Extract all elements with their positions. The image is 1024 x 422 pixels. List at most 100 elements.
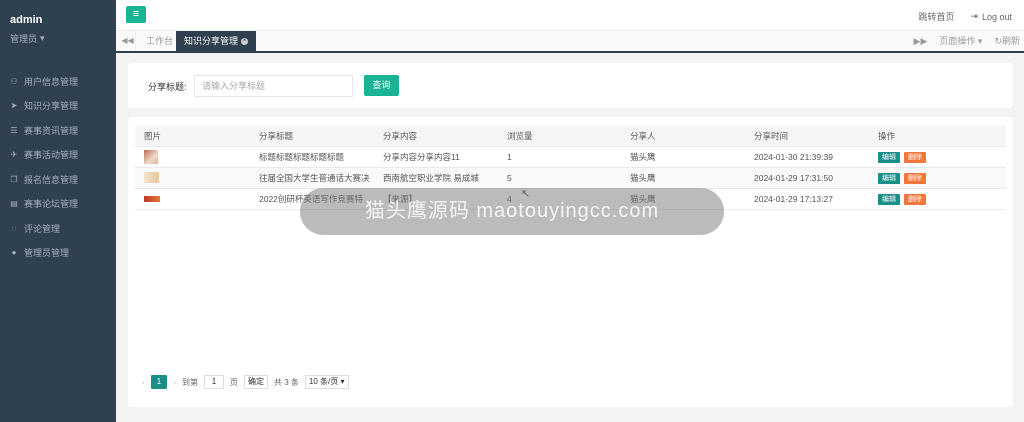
- caret-down-icon: ▾: [977, 36, 983, 46]
- sidebar-item-0[interactable]: ⚇ 用户信息管理: [0, 69, 116, 94]
- person-icon: ●: [11, 248, 17, 258]
- edit-button[interactable]: 编辑: [878, 172, 900, 184]
- cell-actions: 编辑 删除: [869, 188, 1006, 210]
- logout-icon: ⇥: [970, 11, 978, 21]
- sidebar-item-1[interactable]: ➤ 知识分享管理: [0, 94, 116, 119]
- thumbnail-image[interactable]: [144, 196, 160, 203]
- caret-down-icon: ▾: [340, 377, 345, 386]
- profile-username[interactable]: admin: [10, 14, 106, 26]
- cell-actions: 编辑 删除: [869, 146, 1006, 168]
- sidebar-item-5[interactable]: ▤ 赛事论坛管理: [0, 192, 116, 217]
- cell-sharer: 猫头鹰: [621, 146, 745, 168]
- cell-content: 西南航空职业学院 易成城: [374, 167, 498, 189]
- sidebar-item-6[interactable]: ◌ 评论管理: [0, 216, 116, 241]
- menu-toggle-button[interactable]: ≡: [126, 6, 146, 23]
- sidebar-item-label: 赛事活动管理: [24, 150, 79, 161]
- sidebar-item-label: 赛事资讯管理: [24, 125, 79, 136]
- sidebar-item-label: 管理员管理: [24, 248, 70, 259]
- table-row: 标题标题标题标题标题 分享内容分享内容11 1 猫头鹰 2024-01-30 21:39…: [135, 146, 1006, 168]
- sidebar-item-3[interactable]: ✈ 赛事活动管理: [0, 143, 116, 168]
- edit-button[interactable]: 编辑: [878, 151, 900, 163]
- cell-title: 标题标题标题标题标题: [250, 146, 374, 168]
- page-size-value: 10 条/页: [308, 377, 339, 386]
- next-page-button[interactable]: ›: [173, 377, 176, 387]
- close-icon[interactable]: ×: [241, 38, 249, 46]
- profile-role[interactable]: 管理员 ▾: [10, 32, 106, 45]
- sidebar-item-label: 知识分享管理: [24, 101, 79, 112]
- sidebar-item-7[interactable]: ● 管理员管理: [0, 241, 116, 266]
- sidebar-item-4[interactable]: ❐ 报名信息管理: [0, 167, 116, 192]
- cell-time: 2024-01-30 21:39:39: [745, 146, 869, 168]
- col-sharer: 分享人: [621, 126, 745, 147]
- tabs-scroll-left-button[interactable]: ◀◀: [120, 31, 136, 51]
- page-ops-dropdown[interactable]: 页面操作 ▾: [939, 31, 982, 51]
- sidebar-nav: ⚇ 用户信息管理 ➤ 知识分享管理 ☰ 赛事资讯管理 ✈ 赛事活动管理 ❐ 报名信息管理 ▤ 赛事论坛…: [0, 69, 116, 265]
- refresh-icon: ↻: [994, 36, 1002, 46]
- logout-label: Log out: [981, 11, 1012, 22]
- current-page[interactable]: 1: [151, 375, 167, 389]
- user-icon: ⚇: [10, 76, 18, 86]
- search-title-input[interactable]: 请输入分享标题: [194, 75, 353, 97]
- sidebar-item-label: 赛事论坛管理: [24, 199, 79, 210]
- table-row: 往届全国大学生普通话大赛决 西南航空职业学院 易成城 5 猫头鹰 2024-01-29 …: [135, 167, 1006, 189]
- copy-icon: ❐: [10, 174, 18, 184]
- cell-time: 2024-01-29 17:13:27: [745, 188, 869, 210]
- cell-sharer: 猫头鹰: [621, 167, 745, 189]
- double-chevron-right-icon: ▶▶: [913, 36, 928, 46]
- sidebar-item-2[interactable]: ☰ 赛事资讯管理: [0, 118, 116, 143]
- page-size-select[interactable]: 10 条/页 ▾: [304, 375, 349, 389]
- delete-button[interactable]: 删除: [904, 172, 926, 184]
- delete-button[interactable]: 删除: [904, 151, 926, 163]
- sidebar-item-label: 评论管理: [24, 223, 61, 234]
- cell-title: 往届全国大学生普通话大赛决: [250, 167, 374, 189]
- edit-button[interactable]: 编辑: [878, 193, 900, 205]
- table-header-row: 图片 分享标题 分享内容 浏览量 分享人 分享时间 操作: [135, 126, 1006, 147]
- tabs-right-controls: ▶▶ 页面操作 ▾ ↻刷新: [914, 31, 1020, 51]
- profile: admin 管理员 ▾: [0, 0, 116, 55]
- goto-page-input[interactable]: 1: [204, 375, 224, 389]
- col-actions: 操作: [869, 126, 1006, 147]
- refresh-button[interactable]: ↻刷新: [994, 31, 1020, 51]
- profile-role-label: 管理员: [10, 34, 38, 44]
- col-content: 分享内容: [374, 126, 498, 147]
- tab-active[interactable]: 知识分享管理 ×: [176, 31, 257, 51]
- caret-down-icon: ▾: [40, 33, 45, 43]
- sidebar: admin 管理员 ▾ ⚇ 用户信息管理 ➤ 知识分享管理 ☰ 赛事资讯管理 ✈ 赛事活动管理…: [0, 0, 116, 422]
- table-panel: 图片 分享标题 分享内容 浏览量 分享人 分享时间 操作 标题标题标题标题标题分…: [128, 117, 1013, 407]
- page-unit-label: 页: [230, 377, 238, 387]
- rocket-icon: ✈: [10, 150, 18, 160]
- tabs-bar: ◀◀ 工作台 知识分享管理 × ▶▶ 页面操作 ▾ ↻刷新: [116, 31, 1024, 53]
- prev-page-button[interactable]: ‹: [142, 377, 145, 387]
- thumbnail-image[interactable]: [144, 149, 158, 164]
- page-ops-label: 页面操作: [939, 36, 976, 46]
- cell-image: [135, 188, 250, 210]
- thumbnail-image[interactable]: [144, 172, 159, 184]
- top-navbar: ≡ 跳转首页 ⇥ Log out: [116, 0, 1024, 31]
- list-icon: ☰: [10, 125, 18, 135]
- hamburger-icon: ≡: [132, 8, 140, 20]
- tab-home[interactable]: 工作台: [138, 31, 181, 51]
- watermark-banner: 猫头鹰源码 maotouyingcc.com: [300, 188, 724, 235]
- sidebar-item-label: 报名信息管理: [24, 174, 79, 185]
- tabs-scroll-right-button[interactable]: ▶▶: [914, 31, 928, 51]
- mouse-cursor-icon: ↖: [521, 188, 531, 200]
- total-count: 共 3 条: [274, 377, 299, 387]
- refresh-label: 刷新: [1001, 36, 1020, 46]
- search-button[interactable]: 查询: [364, 75, 399, 96]
- sidebar-item-label: 用户信息管理: [24, 76, 79, 87]
- goto-confirm-button[interactable]: 确定: [244, 375, 268, 389]
- cell-image: [135, 167, 250, 189]
- cell-image: [135, 146, 250, 168]
- comment-icon: ◌: [11, 223, 17, 233]
- delete-button[interactable]: 删除: [904, 193, 926, 205]
- col-image: 图片: [135, 126, 250, 147]
- col-views: 浏览量: [498, 126, 621, 147]
- home-link[interactable]: 跳转首页: [918, 10, 954, 23]
- pagination: ‹ 1 › 到第 1 页 确定 共 3 条 10 条/页 ▾: [142, 375, 349, 389]
- search-panel: 分享标题: 请输入分享标题 查询: [128, 63, 1013, 108]
- col-time: 分享时间: [745, 126, 869, 147]
- logout-link[interactable]: ⇥ Log out: [970, 10, 1012, 23]
- cell-actions: 编辑 删除: [869, 167, 1006, 189]
- col-title: 分享标题: [250, 126, 374, 147]
- search-title-label: 分享标题:: [148, 82, 187, 92]
